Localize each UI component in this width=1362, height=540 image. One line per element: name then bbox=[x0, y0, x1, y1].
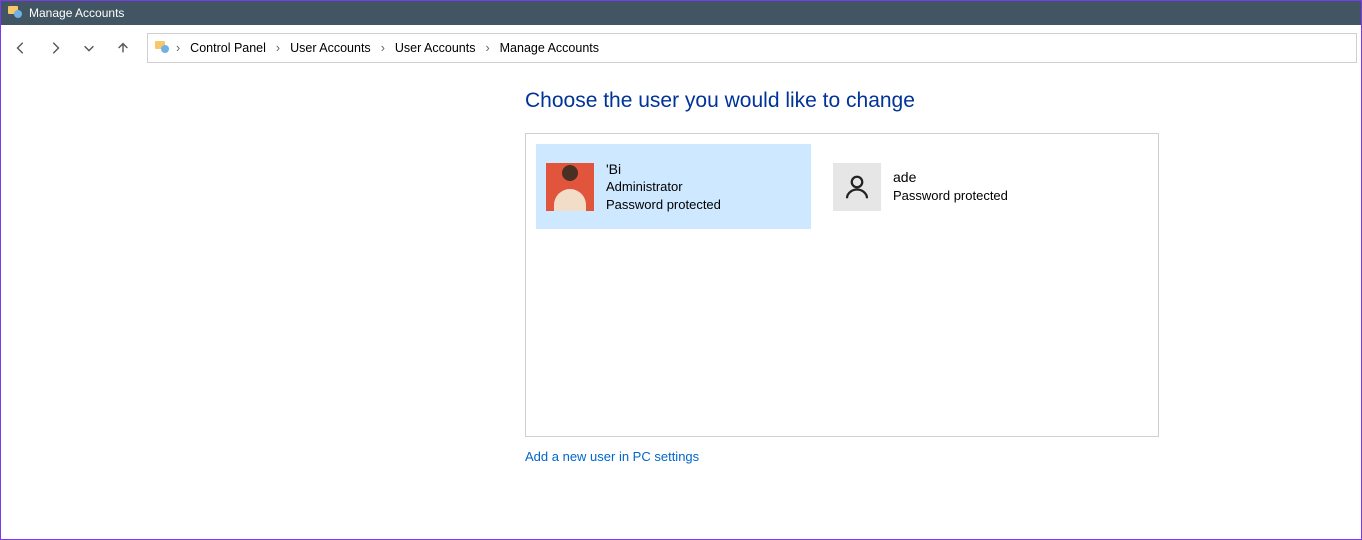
nav-bar: › Control Panel › User Accounts › User A… bbox=[1, 25, 1361, 71]
account-details: ade Password protected bbox=[893, 168, 1008, 204]
page-title: Choose the user you would like to change bbox=[525, 89, 915, 113]
accounts-panel: 'Bi Administrator Password protected ade… bbox=[525, 133, 1159, 437]
breadcrumb-separator: › bbox=[174, 41, 182, 55]
main-content: Choose the user you would like to change… bbox=[1, 71, 1361, 464]
arrow-up-icon bbox=[116, 41, 130, 55]
nav-back-button[interactable] bbox=[5, 33, 37, 63]
account-tile[interactable]: ade Password protected bbox=[823, 144, 1098, 229]
title-bar: Manage Accounts bbox=[1, 1, 1361, 25]
nav-recent-button[interactable] bbox=[73, 33, 105, 63]
breadcrumb-item[interactable]: Control Panel bbox=[186, 39, 270, 57]
address-bar[interactable]: › Control Panel › User Accounts › User A… bbox=[147, 33, 1357, 63]
account-status: Password protected bbox=[893, 187, 1008, 205]
nav-up-button[interactable] bbox=[107, 33, 139, 63]
app-icon bbox=[7, 4, 23, 23]
breadcrumb-separator: › bbox=[274, 41, 282, 55]
nav-forward-button[interactable] bbox=[39, 33, 71, 63]
account-name: ade bbox=[893, 168, 1008, 187]
account-details: 'Bi Administrator Password protected bbox=[606, 160, 721, 214]
account-status: Password protected bbox=[606, 196, 721, 214]
breadcrumb-item[interactable]: Manage Accounts bbox=[496, 39, 603, 57]
account-role: Administrator bbox=[606, 178, 721, 196]
arrow-left-icon bbox=[14, 41, 28, 55]
arrow-right-icon bbox=[48, 41, 62, 55]
breadcrumb-item[interactable]: User Accounts bbox=[391, 39, 480, 57]
add-user-link[interactable]: Add a new user in PC settings bbox=[525, 449, 699, 464]
chevron-down-icon bbox=[82, 41, 96, 55]
window-title: Manage Accounts bbox=[29, 6, 124, 20]
breadcrumb-item[interactable]: User Accounts bbox=[286, 39, 375, 57]
user-placeholder-icon bbox=[833, 163, 881, 211]
account-tile[interactable]: 'Bi Administrator Password protected bbox=[536, 144, 811, 229]
breadcrumb-separator: › bbox=[483, 41, 491, 55]
account-name: 'Bi bbox=[606, 160, 721, 179]
user-avatar-icon bbox=[546, 163, 594, 211]
address-icon bbox=[154, 39, 170, 58]
breadcrumb-separator: › bbox=[379, 41, 387, 55]
